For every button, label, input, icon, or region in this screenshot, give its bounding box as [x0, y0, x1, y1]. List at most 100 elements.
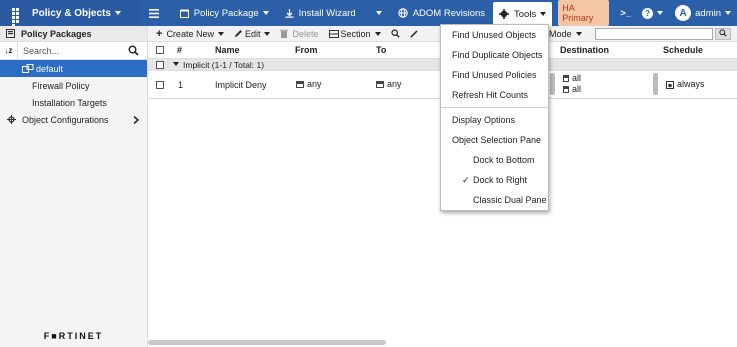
help-menu-button[interactable]: ? — [636, 0, 669, 26]
menu-item-dock-to-bottom[interactable]: Dock to Bottom — [441, 150, 548, 170]
section-button[interactable]: Section — [328, 28, 381, 39]
user-menu[interactable]: A admin — [669, 0, 737, 26]
interface-icon — [376, 81, 384, 89]
tools-label: Tools — [514, 8, 537, 20]
package-icon — [179, 9, 189, 18]
row-num: 1 — [178, 80, 184, 90]
sidebar-item-installation-targets[interactable]: Installation Targets — [0, 94, 147, 111]
app-title: Policy & Objects — [32, 7, 111, 19]
search-icon — [390, 29, 400, 38]
schedule-icon — [666, 80, 674, 89]
row-from-label: any — [307, 79, 322, 89]
install-wizard-button[interactable]: Install Wizard — [277, 0, 364, 26]
row-schedule[interactable]: always — [666, 79, 705, 89]
address-icon — [563, 75, 569, 83]
app-grid-icon — [12, 8, 22, 27]
sidebar-search-input[interactable]: Search... — [18, 46, 128, 56]
menu-item-display-options[interactable]: Display Options — [441, 110, 548, 130]
create-new-label: Create New — [166, 28, 214, 39]
app-menu-button[interactable]: Policy & Objects — [0, 0, 141, 27]
chevron-down-icon — [375, 11, 382, 15]
menu-item-find-unused-objects[interactable]: Find Unused Objects — [441, 25, 548, 45]
chevron-down-icon — [575, 31, 582, 36]
menu-item-refresh-hit-counts[interactable]: Refresh Hit Counts — [441, 85, 548, 105]
sidebar-item-label: Firewall Policy — [32, 80, 90, 91]
more-menu-button[interactable] — [364, 0, 390, 26]
row-checkbox[interactable] — [156, 81, 164, 89]
cli-console-button[interactable]: >_ — [615, 0, 636, 26]
section-label: Section — [340, 28, 371, 39]
wand-icon — [410, 30, 418, 38]
row-to[interactable]: any — [376, 79, 402, 89]
horizontal-scrollbar[interactable] — [148, 340, 386, 345]
install-wizard-label: Install Wizard — [298, 7, 356, 19]
top-bar: Policy & Objects Policy Package Install … — [0, 0, 737, 27]
col-name[interactable]: Name — [215, 45, 240, 55]
chevron-down-icon — [725, 11, 731, 15]
row-to-label: any — [387, 79, 402, 89]
col-from[interactable]: From — [295, 45, 318, 55]
chevron-down-icon — [114, 11, 121, 15]
install-icon — [285, 8, 294, 18]
checkmark-icon: ✓ — [462, 174, 470, 185]
select-all-checkbox[interactable] — [156, 46, 164, 54]
edit-label: Edit — [244, 28, 261, 39]
policy-search-input[interactable] — [595, 28, 713, 40]
menu-item-dock-to-right[interactable]: ✓ Dock to Right — [441, 170, 548, 190]
create-new-button[interactable]: + Create New — [156, 28, 224, 40]
trash-icon — [280, 29, 289, 38]
globe-icon — [397, 8, 408, 18]
row-from[interactable]: any — [296, 79, 322, 89]
section-icon — [328, 29, 339, 38]
chevron-down-icon — [217, 31, 224, 36]
adom-revisions-label: ADOM Revisions — [412, 7, 486, 19]
delete-button[interactable]: Delete — [280, 29, 319, 39]
search-policy-button[interactable] — [390, 29, 400, 38]
plus-icon: + — [156, 27, 163, 40]
search-submit-button[interactable] — [715, 28, 731, 40]
menu-item-object-selection-pane[interactable]: Object Selection Pane — [441, 130, 548, 150]
column-resize-handle[interactable] — [550, 73, 555, 95]
col-to[interactable]: To — [376, 45, 386, 55]
sidebar-item-default[interactable]: default — [0, 60, 147, 77]
col-schedule[interactable]: Schedule — [663, 45, 703, 55]
section-label: Implicit (1-1 / Total: 1) — [183, 59, 265, 70]
row-destination-2: all — [572, 84, 582, 94]
edit-icon — [234, 30, 242, 37]
column-resize-handle[interactable] — [653, 73, 658, 95]
sidebar: Policy Packages ↓z Search... default Fir… — [0, 26, 148, 347]
sidebar-item-firewall-policy[interactable]: Firewall Policy — [0, 77, 147, 94]
sidebar-header[interactable]: Policy Packages — [0, 26, 147, 42]
username: admin — [695, 7, 721, 19]
fortinet-logo: F■RTINET — [43, 331, 104, 341]
tool-button[interactable] — [410, 29, 419, 38]
sort-icon[interactable]: ↓z — [0, 41, 18, 60]
sidebar-item-object-configurations[interactable]: Object Configurations — [0, 111, 147, 128]
hamburger-menu-button[interactable] — [141, 0, 172, 26]
row-destination[interactable]: all all — [563, 73, 581, 95]
menu-item-classic-dual-pane[interactable]: Classic Dual Pane — [441, 190, 548, 210]
col-destination[interactable]: Destination — [560, 45, 609, 55]
adom-revisions-button[interactable]: ADOM Revisions — [390, 0, 493, 26]
chevron-down-icon — [374, 31, 381, 36]
policy-package-label: Policy Package — [193, 7, 259, 19]
menu-item-find-duplicate-objects[interactable]: Find Duplicate Objects — [441, 45, 548, 65]
chevron-down-icon — [657, 11, 664, 15]
section-checkbox[interactable] — [156, 61, 164, 69]
edit-button[interactable]: Edit — [234, 29, 271, 39]
policy-package-menu[interactable]: Policy Package — [172, 0, 277, 26]
row-name: Implicit Deny — [215, 80, 267, 90]
col-num[interactable]: # — [177, 45, 182, 55]
chevron-right-icon — [133, 115, 139, 124]
chevron-down-icon — [262, 11, 269, 15]
sidebar-item-label: Installation Targets — [32, 97, 107, 108]
search-icon[interactable] — [128, 45, 139, 56]
menu-item-find-unused-policies[interactable]: Find Unused Policies — [441, 65, 548, 85]
hamburger-icon — [148, 8, 159, 18]
tools-menu-button[interactable]: Tools — [493, 2, 553, 26]
row-schedule-label: always — [677, 79, 705, 89]
sidebar-item-label: Object Configurations — [22, 114, 109, 125]
object-config-icon — [7, 115, 16, 124]
menu-item-label: Dock to Right — [473, 175, 528, 185]
ha-status-badge[interactable]: HA Primary — [558, 0, 610, 26]
